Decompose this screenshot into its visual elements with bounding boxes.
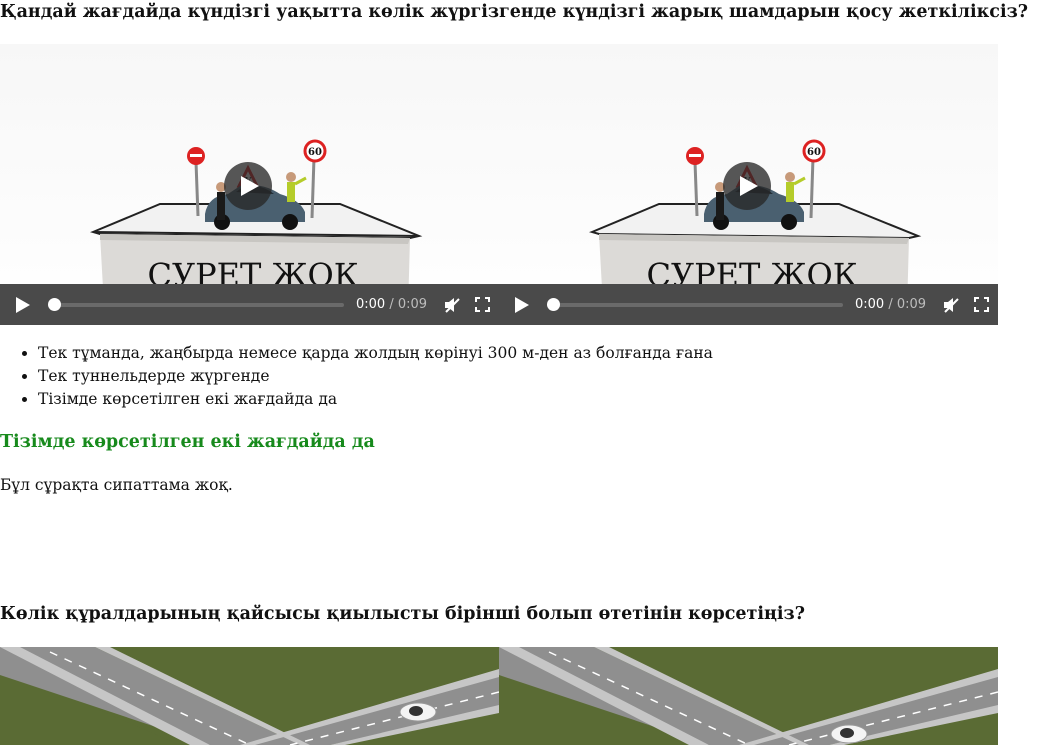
question-2-title: Көлік құралдарының қайсысы қиылысты бірі… (0, 604, 805, 624)
play-button[interactable] (515, 296, 531, 313)
seek-handle[interactable] (48, 297, 61, 311)
time-separator: / (389, 297, 394, 312)
mute-button[interactable] (444, 297, 460, 313)
big-play-button[interactable] (224, 162, 272, 210)
current-time: 0:00 (356, 297, 386, 312)
time-separator: / (888, 297, 893, 312)
mute-icon (445, 297, 460, 313)
fullscreen-icon (973, 297, 989, 312)
video-controls: 0:00 / 0:09 (0, 284, 499, 325)
duration: 0:09 (397, 297, 428, 312)
video-row: 60 У СУРЕТ ЖОҚ 0:00 (0, 44, 998, 325)
answer-option[interactable]: Тек туннельдерде жүргенде (38, 365, 713, 388)
correct-answer: Тізімде көрсетілген екі жағдайда да (0, 432, 375, 452)
intersection-image (499, 647, 998, 745)
play-icon (241, 176, 259, 196)
time-display: 0:00 / 0:09 (855, 297, 926, 312)
video-controls: 0:00 / 0:09 (499, 284, 998, 325)
question-1-title: Қандай жағдайда күндізгі уақытта көлік ж… (0, 2, 1029, 22)
answer-list: Тек тұманда, жаңбырда немесе қарда жолды… (0, 342, 713, 411)
seek-bar[interactable] (48, 297, 344, 311)
speed-sign-label: 60 (807, 147, 821, 158)
fullscreen-icon (474, 297, 490, 312)
play-icon (515, 296, 529, 313)
time-display: 0:00 / 0:09 (356, 297, 427, 312)
mute-button[interactable] (943, 297, 959, 313)
current-time: 0:00 (855, 297, 885, 312)
duration: 0:09 (896, 297, 927, 312)
big-play-button[interactable] (723, 162, 771, 210)
fullscreen-button[interactable] (474, 297, 490, 313)
poster-caption: СУРЕТ ЖОҚ (148, 256, 359, 284)
play-icon (16, 296, 30, 313)
play-icon (740, 176, 758, 196)
question-2-images (0, 647, 998, 745)
seek-bar[interactable] (547, 297, 843, 311)
poster-caption: СУРЕТ ЖОҚ (647, 256, 858, 284)
seek-handle[interactable] (547, 297, 560, 311)
intersection-image (0, 647, 499, 745)
play-button[interactable] (16, 296, 32, 313)
video-player-2[interactable]: 60 У СУРЕТ ЖОҚ 0:00 / 0:09 (499, 44, 998, 325)
speed-sign-label: 60 (308, 147, 322, 158)
mute-icon (944, 297, 959, 313)
fullscreen-button[interactable] (973, 297, 989, 313)
answer-option[interactable]: Тізімде көрсетілген екі жағдайда да (38, 388, 713, 411)
answer-option[interactable]: Тек тұманда, жаңбырда немесе қарда жолды… (38, 342, 713, 365)
question-description: Бұл сұрақта сипаттама жоқ. (0, 476, 233, 494)
video-player-1[interactable]: 60 У СУРЕТ ЖОҚ 0:00 (0, 44, 499, 325)
